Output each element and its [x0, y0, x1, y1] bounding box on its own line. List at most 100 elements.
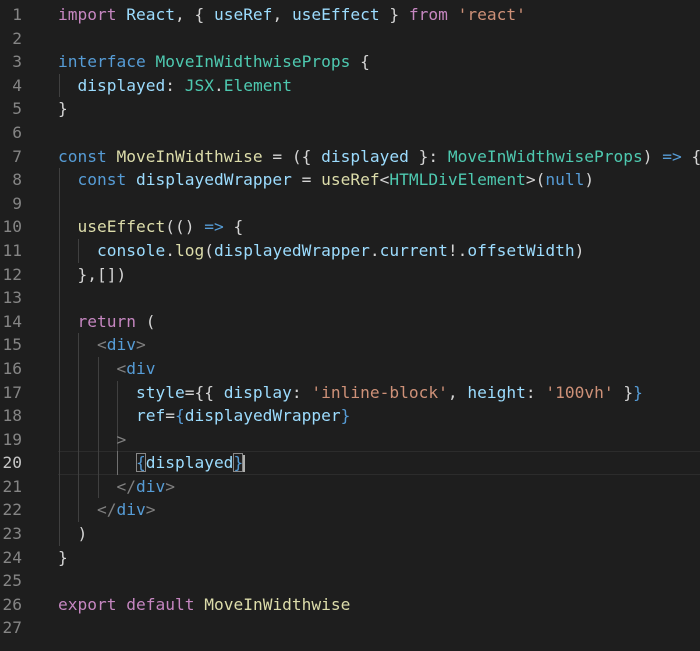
- code-line[interactable]: 10 useEffect(() => {: [0, 215, 700, 239]
- code-token: >: [165, 476, 175, 496]
- line-number: 5: [12, 99, 22, 119]
- code-token: >: [145, 500, 156, 520]
- code-token: '100vh': [545, 382, 614, 402]
- code-token: <: [96, 335, 107, 355]
- code-token: 'inline-block': [311, 382, 448, 402]
- code-token: !.: [447, 240, 468, 260]
- code-text: export default MoveInWidthwise: [58, 593, 350, 617]
- code-token: </: [116, 476, 136, 496]
- code-token: }: [58, 99, 68, 119]
- code-line[interactable]: 24}: [0, 546, 700, 570]
- code-editor[interactable]: 1 import React, { useRef, useEffect } fro…: [0, 0, 700, 651]
- code-line[interactable]: 7 const MoveInWidthwise = ({ displayed }:…: [0, 145, 700, 169]
- code-token: }: [233, 453, 244, 473]
- line-number: 16: [2, 358, 23, 378]
- line-number: 13: [2, 288, 23, 308]
- code-line[interactable]: 23 ): [0, 522, 700, 546]
- line-number: 11: [2, 240, 23, 260]
- line-number: 1: [12, 5, 22, 24]
- line-number: 7: [12, 146, 22, 166]
- code-token: =: [165, 406, 175, 426]
- code-text: console.log(displayedWrapper.current!.of…: [58, 239, 584, 263]
- line-number: 3: [12, 52, 22, 72]
- code-token: = ({: [262, 146, 322, 166]
- code-text: <div: [58, 357, 155, 381]
- code-token: {: [350, 52, 370, 72]
- code-token: ,: [272, 5, 292, 24]
- code-token: height: [467, 382, 526, 402]
- code-text: interface MoveInWidthwiseProps {: [58, 50, 370, 74]
- code-token: useRef: [213, 5, 273, 24]
- code-token: >(: [525, 170, 546, 190]
- code-token: displayed: [145, 453, 234, 473]
- code-token: log: [174, 240, 205, 260]
- code-token: :: [165, 75, 185, 95]
- code-token: ref: [135, 406, 166, 426]
- code-line[interactable]: 3 interface MoveInWidthwiseProps {: [0, 50, 700, 74]
- code-line[interactable]: 20 {displayed}: [0, 451, 700, 475]
- code-token: =>: [204, 217, 224, 237]
- code-line[interactable]: 25: [0, 569, 700, 593]
- code-token: <: [116, 358, 127, 378]
- code-text: }: [58, 546, 68, 570]
- code-line[interactable]: 14 return (: [0, 309, 700, 334]
- code-line[interactable]: 6: [0, 121, 700, 145]
- code-token: displayedWrapper: [135, 170, 292, 190]
- code-token: }: [633, 382, 643, 402]
- code-token: {: [135, 453, 146, 473]
- code-token: const: [77, 170, 127, 190]
- code-line[interactable]: 27: [0, 616, 700, 640]
- code-token: display: [223, 382, 292, 402]
- code-token: JSX: [184, 75, 214, 95]
- code-line[interactable]: 2: [0, 27, 700, 51]
- code-token: displayed: [321, 146, 409, 166]
- code-token: return: [77, 311, 136, 331]
- code-token: current: [379, 240, 448, 260]
- code-token: MoveInWidthwiseProps: [447, 146, 643, 166]
- code-line[interactable]: 8 const displayedWrapper = useRef<HTMLDi…: [0, 168, 700, 192]
- code-line[interactable]: 4 displayed: JSX.Element: [0, 73, 700, 98]
- code-text: },[]): [58, 263, 126, 287]
- code-token: div: [126, 358, 156, 378]
- code-token: :: [291, 382, 312, 402]
- code-line[interactable]: 11 console.log(displayedWrapper.current!…: [0, 238, 700, 263]
- text-cursor: [243, 455, 246, 473]
- code-text: useEffect(() => {: [58, 215, 244, 239]
- code-line[interactable]: 1 import React, { useRef, useEffect } fro…: [0, 3, 700, 27]
- code-line[interactable]: 21 </div>: [0, 474, 700, 499]
- code-line[interactable]: 13: [0, 286, 700, 310]
- code-token: <: [379, 170, 390, 190]
- code-token: }: [613, 382, 634, 402]
- code-token: displayedWrapper: [213, 240, 370, 260]
- code-line[interactable]: 19 >: [0, 427, 700, 452]
- code-token: =>: [662, 146, 682, 166]
- code-text: displayed: JSX.Element: [58, 74, 292, 98]
- line-number: 22: [2, 500, 23, 520]
- code-token: default: [126, 594, 195, 614]
- code-token: }: [340, 406, 351, 426]
- code-line[interactable]: 22 </div>: [0, 498, 700, 523]
- code-token: ): [584, 170, 595, 190]
- code-line[interactable]: 26 export default MoveInWidthwise: [0, 593, 700, 617]
- code-token: MoveInWidthwiseProps: [155, 52, 351, 72]
- code-line[interactable]: 15 <div>: [0, 333, 700, 357]
- code-line[interactable]: 12 },[]): [0, 262, 700, 287]
- code-line[interactable]: 18 ref={displayedWrapper}: [0, 404, 700, 428]
- line-number: 6: [12, 122, 22, 142]
- code-token: </: [96, 500, 117, 520]
- code-line[interactable]: 5}: [0, 97, 700, 121]
- code-line[interactable]: 17 style={{ display: 'inline-block', hei…: [0, 380, 700, 405]
- line-number: 25: [2, 571, 23, 591]
- code-line[interactable]: 16 <div: [0, 356, 700, 381]
- code-line[interactable]: 9: [0, 191, 700, 216]
- code-token: MoveInWidthwise: [116, 146, 263, 166]
- code-text: const displayedWrapper = useRef<HTMLDivE…: [58, 168, 595, 192]
